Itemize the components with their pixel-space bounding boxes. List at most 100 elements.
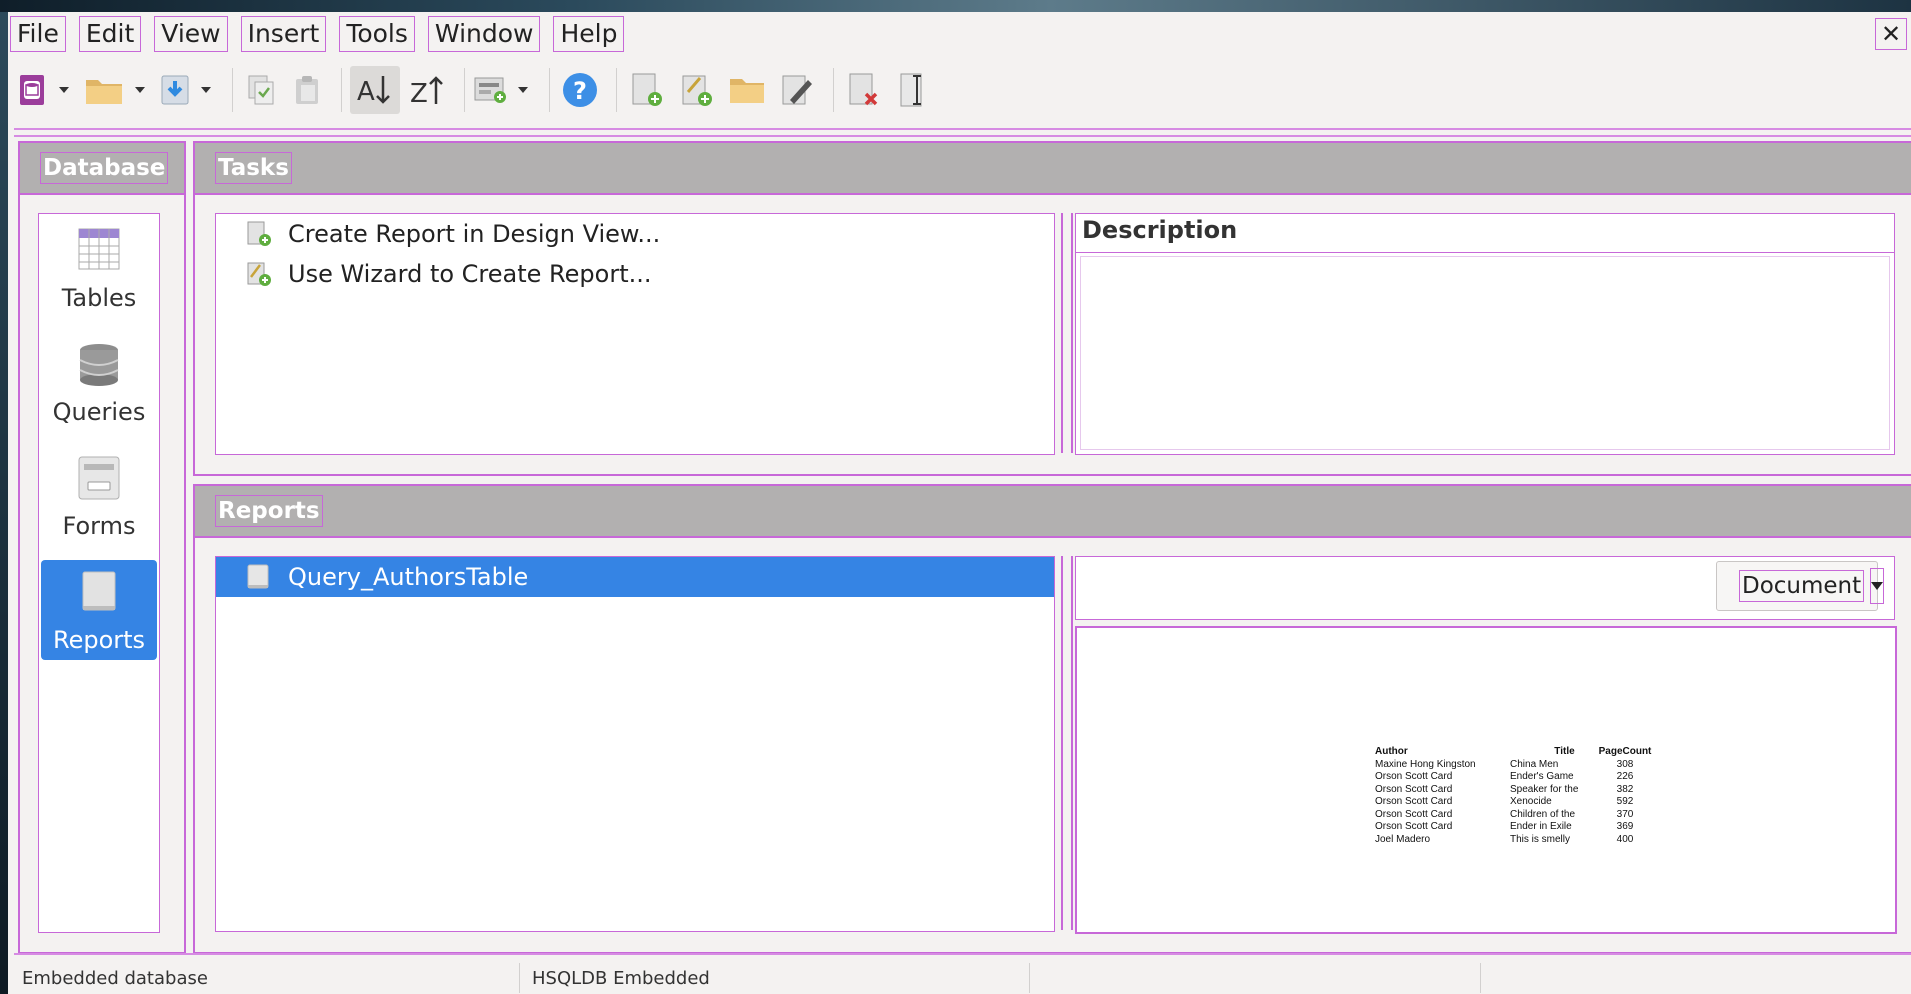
new-database-button[interactable]	[14, 66, 50, 114]
database-panel-title: Database	[40, 152, 169, 184]
new-database-dropdown[interactable]	[56, 66, 72, 114]
db-item-label: Reports	[52, 626, 146, 654]
sort-ascending-icon: A	[357, 76, 390, 107]
open-report-button[interactable]	[725, 66, 769, 114]
edit-report-icon	[782, 75, 812, 105]
preview-cell: Orson Scott Card	[1375, 808, 1453, 820]
reports-header: Reports	[195, 486, 1911, 538]
status-empty-2	[1481, 963, 1901, 993]
preview-cell: Orson Scott Card	[1375, 796, 1453, 807]
open-dropdown[interactable]	[132, 66, 148, 114]
paste-icon	[296, 76, 318, 104]
tasks-splitter[interactable]	[1061, 213, 1073, 453]
sort-ascending-button[interactable]: A	[350, 66, 400, 114]
preview-header-author: Author	[1375, 746, 1408, 757]
save-icon	[161, 75, 189, 105]
preview-cell: 226	[1616, 771, 1634, 782]
preview-header-title: Title	[1554, 746, 1575, 757]
new-report-button[interactable]	[625, 66, 669, 114]
task-create-design-view[interactable]: Create Report in Design View...	[216, 214, 1054, 254]
table-row: Orson Scott Card Ender in Exile 369	[1375, 821, 1655, 834]
db-item-reports[interactable]: Reports	[41, 560, 157, 660]
new-report-icon	[632, 73, 662, 106]
db-item-queries[interactable]: Queries	[41, 332, 157, 432]
chevron-down-icon	[135, 87, 145, 93]
svg-text:Z: Z	[410, 79, 428, 109]
open-report-icon	[730, 79, 764, 103]
form-view-button[interactable]	[473, 66, 509, 114]
database-panel: Database Tables Queries Forms Reports	[18, 141, 186, 954]
menu-edit[interactable]: Edit	[78, 16, 142, 52]
preview-cell: Orson Scott Card	[1375, 771, 1453, 782]
preview-mode-value: Document	[1739, 570, 1865, 602]
sort-descending-button[interactable]: Z	[406, 66, 450, 114]
preview-cell: China Men	[1510, 758, 1559, 770]
preview-cell: Orson Scott Card	[1375, 783, 1453, 795]
preview-table-header: Author Title PageCount	[1375, 746, 1655, 759]
report-item-query-authors-table[interactable]: Query_AuthorsTable	[216, 557, 1054, 597]
rename-report-button[interactable]	[892, 66, 932, 114]
copy-button[interactable]	[241, 66, 281, 114]
statusbar: Embedded database HSQLDB Embedded	[0, 962, 1911, 994]
rename-icon	[900, 73, 922, 107]
menu-view[interactable]: View	[154, 16, 228, 52]
menu-file[interactable]: File	[10, 16, 66, 52]
preview-cell: Maxine Hong Kingston	[1375, 758, 1476, 770]
task-use-wizard[interactable]: Use Wizard to Create Report...	[216, 254, 1054, 294]
delete-report-button[interactable]	[842, 66, 886, 114]
preview-table: Author Title PageCount Maxine Hong Kings…	[1375, 746, 1655, 846]
preview-cell: 592	[1616, 796, 1634, 807]
close-document-button[interactable]: ✕	[1875, 18, 1907, 50]
report-wizard-button[interactable]	[675, 66, 719, 114]
edit-report-button[interactable]	[775, 66, 819, 114]
preview-cell: 369	[1616, 821, 1634, 832]
chevron-down-icon	[1870, 568, 1885, 604]
desktop-background-strip	[0, 0, 1911, 12]
db-item-label: Forms	[62, 512, 136, 540]
report-icon	[247, 564, 269, 589]
menu-window[interactable]: Window	[427, 16, 541, 52]
copy-icon	[248, 75, 274, 105]
wizard-icon	[682, 75, 712, 106]
delete-report-icon	[849, 73, 878, 106]
task-label: Use Wizard to Create Report...	[288, 260, 652, 288]
reports-title: Reports	[215, 495, 323, 527]
description-box: Description	[1075, 213, 1895, 455]
menu-insert[interactable]: Insert	[240, 16, 327, 52]
db-item-tables[interactable]: Tables	[41, 218, 157, 318]
svg-text:A: A	[357, 77, 375, 107]
preview-cell: 370	[1616, 808, 1634, 820]
reports-list: Query_AuthorsTable	[215, 556, 1055, 932]
description-title: Description	[1076, 214, 1894, 253]
help-button[interactable]: ?	[558, 66, 602, 114]
toolbar-separator	[232, 68, 233, 112]
tasks-section: Tasks Create Report in Design View... Us…	[193, 141, 1911, 476]
save-button[interactable]	[158, 66, 192, 114]
preview-mode-dropdown[interactable]: Document	[1716, 561, 1885, 611]
open-button[interactable]	[82, 66, 126, 114]
window-left-edge	[0, 12, 8, 994]
task-label: Create Report in Design View...	[288, 220, 661, 248]
toolbar: A Z ?	[14, 58, 1894, 122]
svg-text:?: ?	[573, 77, 587, 105]
table-row: Joel Madero This is smelly 400	[1375, 834, 1655, 847]
open-folder-icon	[86, 80, 122, 104]
preview-cell: Ender's Game	[1510, 771, 1574, 782]
reports-splitter[interactable]	[1061, 556, 1073, 930]
status-empty-1	[1030, 963, 1481, 993]
save-dropdown[interactable]	[198, 66, 214, 114]
form-view-dropdown[interactable]	[515, 66, 531, 114]
preview-cell: 308	[1616, 758, 1634, 770]
table-row: Orson Scott Card Children of the 370	[1375, 809, 1655, 822]
paste-button[interactable]	[287, 66, 327, 114]
toolbar-separator	[464, 68, 465, 112]
db-item-forms[interactable]: Forms	[41, 446, 157, 546]
db-item-label: Queries	[52, 398, 146, 426]
toolbar-separator	[833, 68, 834, 112]
preview-cell: Orson Scott Card	[1375, 821, 1453, 832]
menu-tools[interactable]: Tools	[339, 16, 415, 52]
toolbar-separator	[616, 68, 617, 112]
menu-help[interactable]: Help	[553, 16, 625, 52]
reports-section: Reports Query_AuthorsTable Document Auth…	[193, 484, 1911, 954]
status-engine: HSQLDB Embedded	[520, 963, 1030, 993]
